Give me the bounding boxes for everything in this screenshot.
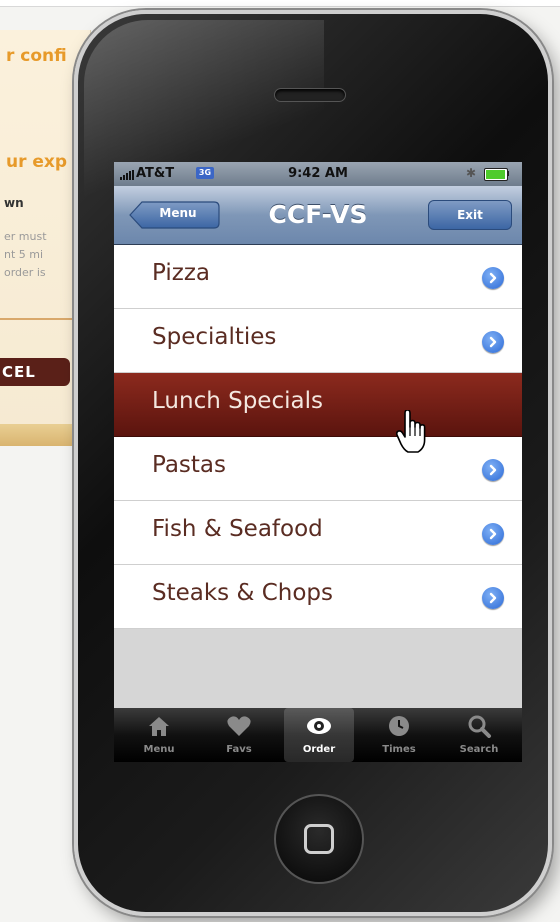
tab-label: Menu <box>143 744 175 755</box>
heart-icon <box>226 714 252 738</box>
menu-item-pizza[interactable]: Pizza <box>114 245 522 309</box>
battery-icon <box>484 168 508 181</box>
status-time: 9:42 AM <box>288 166 348 181</box>
background-cancel-button[interactable]: CEL <box>0 358 70 386</box>
menu-item-label: Lunch Specials <box>152 388 323 414</box>
battery-fill <box>486 170 505 179</box>
menu-item-label: Pastas <box>152 452 227 478</box>
menu-item-lunch-specials[interactable]: Lunch Specials <box>114 373 522 437</box>
background-top-line <box>0 0 560 7</box>
exit-button[interactable]: Exit <box>428 200 512 230</box>
menu-item-label: Specialties <box>152 324 277 350</box>
disclosure-chevron-icon[interactable] <box>482 523 504 545</box>
menu-item-label: Pizza <box>152 260 210 286</box>
background-heading-1: r confi <box>6 46 67 66</box>
tab-favs[interactable]: Favs <box>204 708 274 762</box>
hand-pointer-cursor-icon <box>396 410 426 453</box>
tab-order[interactable]: Order <box>284 708 354 762</box>
menu-item-steaks-chops[interactable]: Steaks & Chops <box>114 565 522 629</box>
tab-times[interactable]: Times <box>364 708 434 762</box>
background-subheading: wn <box>4 196 24 210</box>
disclosure-chevron-icon[interactable] <box>482 587 504 609</box>
navigation-bar: Menu CCF-VS Exit <box>114 186 522 245</box>
menu-item-pastas[interactable]: Pastas <box>114 437 522 501</box>
tab-label: Times <box>382 744 416 755</box>
menu-item-specialties[interactable]: Specialties <box>114 309 522 373</box>
bluetooth-icon: ✱ <box>466 166 477 180</box>
tab-search[interactable]: Search <box>444 708 514 762</box>
tab-label: Favs <box>226 744 252 755</box>
background-line-2: nt 5 mi <box>4 248 44 261</box>
disclosure-chevron-icon[interactable] <box>482 267 504 289</box>
menu-item-label: Steaks & Chops <box>152 580 334 606</box>
clock-icon <box>386 714 412 738</box>
iphone-device: AT&T 3G 9:42 AM ✱ Menu CCF-VS Exit Pizza… <box>74 10 552 916</box>
earpiece-speaker <box>274 88 346 102</box>
battery-tip <box>507 171 509 176</box>
background-line-3: order is <box>4 266 46 279</box>
home-button[interactable] <box>274 794 364 884</box>
disclosure-chevron-icon[interactable] <box>482 459 504 481</box>
background-heading-2: ur exp <box>6 152 68 172</box>
disclosure-chevron-icon[interactable] <box>482 331 504 353</box>
menu-item-label: Fish & Seafood <box>152 516 323 542</box>
status-bar: AT&T 3G 9:42 AM ✱ <box>114 162 522 186</box>
background-line-1: er must <box>4 230 47 243</box>
eye-icon <box>306 714 332 738</box>
tab-bar: Menu Favs Order Times Search <box>114 708 522 762</box>
search-icon <box>466 714 492 738</box>
tab-menu[interactable]: Menu <box>124 708 194 762</box>
home-icon <box>146 714 172 738</box>
menu-item-fish-seafood[interactable]: Fish & Seafood <box>114 501 522 565</box>
menu-category-list: Pizza Specialties Lunch Specials Pastas Fish… <box>114 245 522 629</box>
tab-label: Search <box>459 744 499 755</box>
tab-label: Order <box>302 744 336 755</box>
home-square-icon <box>304 824 334 854</box>
phone-screen: AT&T 3G 9:42 AM ✱ Menu CCF-VS Exit Pizza… <box>114 162 522 762</box>
